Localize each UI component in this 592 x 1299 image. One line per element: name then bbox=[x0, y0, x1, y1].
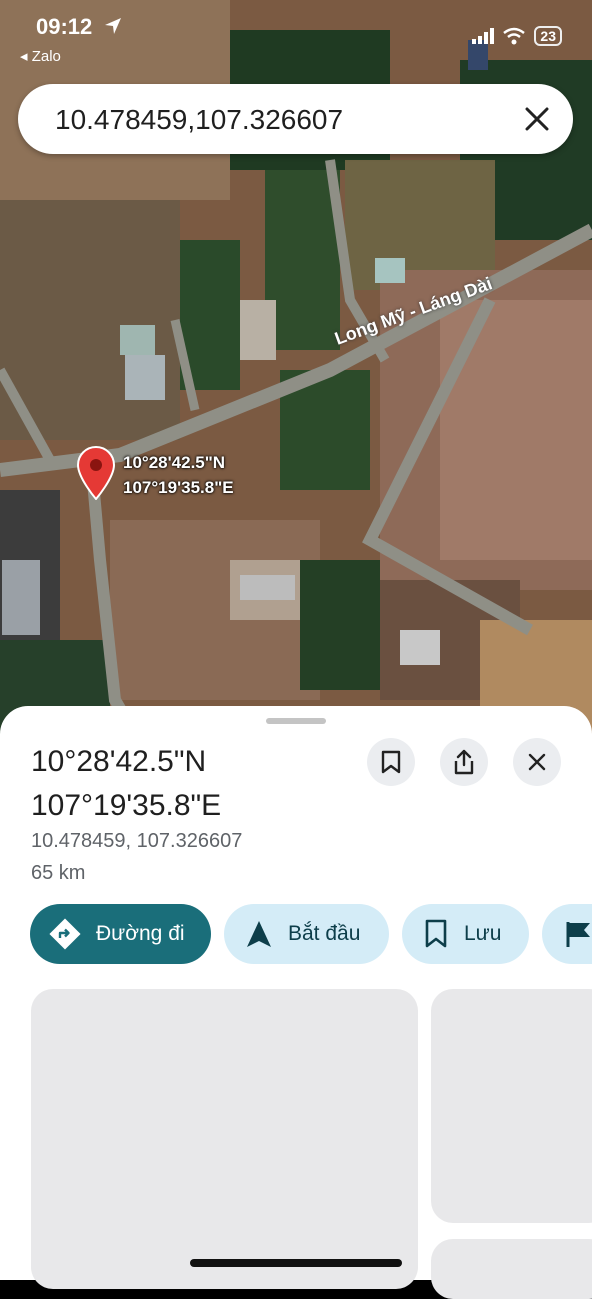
bookmark-icon bbox=[381, 750, 401, 774]
place-title: 10°28'42.5"N 107°19'35.8"E bbox=[31, 745, 222, 822]
location-arrow-icon bbox=[105, 18, 121, 34]
share-button[interactable] bbox=[440, 738, 488, 786]
share-icon bbox=[454, 749, 474, 775]
directions-label: Đường đi bbox=[96, 922, 185, 945]
search-bar[interactable]: 10.478459,107.326607 bbox=[18, 84, 573, 154]
start-label: Bắt đầu bbox=[288, 922, 361, 945]
close-icon bbox=[528, 753, 546, 771]
place-bottom-sheet[interactable]: 10°28'42.5"N 107°19'35.8"E 10.478459, 10… bbox=[0, 706, 592, 1299]
decimal-coordinates: 10.478459, 107.326607 bbox=[31, 830, 243, 852]
flag-icon bbox=[566, 922, 590, 947]
save-button[interactable]: Lưu bbox=[402, 904, 529, 964]
distance-text: 65 km bbox=[31, 862, 86, 884]
save-label: Lưu bbox=[464, 922, 502, 945]
home-indicator[interactable] bbox=[190, 1259, 402, 1267]
photo-placeholder[interactable] bbox=[431, 989, 592, 1223]
directions-button[interactable]: Đường đi bbox=[30, 904, 211, 964]
back-to-app-link[interactable]: ◂ Zalo bbox=[20, 47, 61, 65]
photo-placeholder[interactable] bbox=[431, 1239, 592, 1299]
search-input[interactable]: 10.478459,107.326607 bbox=[55, 104, 343, 136]
action-chips: Đường đi Bắt đầu Lưu bbox=[30, 904, 592, 964]
bookmark-icon bbox=[425, 919, 447, 948]
map-pin-icon[interactable] bbox=[77, 446, 115, 500]
wifi-icon bbox=[503, 27, 526, 45]
status-bar: 09:12 ◂ Zalo 23 bbox=[0, 0, 592, 70]
photo-placeholder[interactable] bbox=[31, 989, 418, 1289]
directions-icon bbox=[49, 918, 81, 950]
battery-indicator: 23 bbox=[534, 26, 562, 46]
start-navigation-button[interactable]: Bắt đầu bbox=[224, 904, 389, 964]
pin-coordinate-label: 10°28'42.5"N 107°19'35.8"E bbox=[123, 453, 234, 497]
status-icons: 23 bbox=[472, 26, 562, 46]
navigation-arrow-icon bbox=[247, 921, 271, 947]
sheet-drag-handle[interactable] bbox=[266, 718, 326, 724]
close-sheet-button[interactable] bbox=[513, 738, 561, 786]
status-time: 09:12 bbox=[36, 14, 93, 39]
close-icon[interactable] bbox=[523, 105, 551, 133]
save-place-button[interactable] bbox=[367, 738, 415, 786]
label-button[interactable] bbox=[542, 904, 592, 964]
signal-icon bbox=[472, 28, 495, 44]
